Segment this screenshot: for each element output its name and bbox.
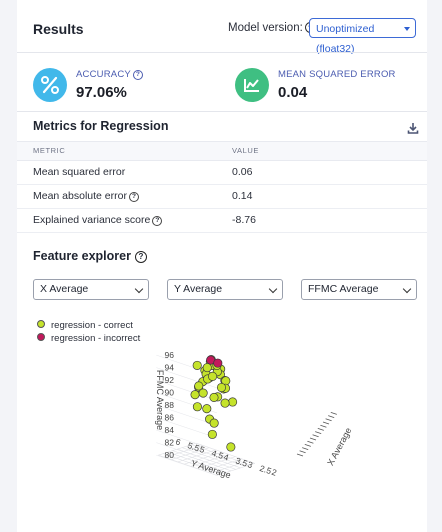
data-point-correct (209, 418, 219, 428)
data-point-correct (202, 363, 212, 373)
metric-value: 0.14 (232, 190, 253, 202)
data-point-correct (228, 397, 238, 407)
help-icon[interactable]: ? (128, 192, 139, 202)
chevron-down-icon (134, 284, 144, 294)
data-point-correct (192, 402, 202, 412)
data-point-correct (202, 404, 212, 414)
column-header-metric: METRIC (33, 146, 66, 155)
metric-value: 0.06 (232, 166, 253, 178)
mse-value: 0.04 (278, 84, 308, 101)
data-point-correct (216, 382, 227, 393)
divider (17, 52, 427, 53)
x-tick-mark (296, 453, 304, 457)
x-tick-mark (328, 415, 335, 418)
mse-label: MEAN SQUARED ERROR (278, 69, 396, 80)
x-tick-mark (317, 428, 324, 431)
metrics-title: Metrics for Regression (33, 119, 169, 133)
z-tick-label: 82 (165, 438, 175, 448)
data-point-correct (208, 371, 218, 381)
x-tick-mark (312, 434, 319, 438)
chevron-down-icon (268, 284, 278, 294)
data-point-correct (207, 429, 217, 439)
accuracy-value: 97.06% (76, 84, 127, 101)
metric-value: -8.76 (232, 214, 256, 226)
x-tick-mark (299, 450, 306, 454)
download-icon[interactable] (407, 121, 419, 134)
caret-down-icon (404, 27, 410, 31)
chart-points (190, 355, 238, 452)
x-tick-mark (330, 412, 337, 415)
table-row: Explained variance score? -8.76 (17, 208, 427, 233)
x-tick-mark (322, 421, 330, 425)
data-point-correct (198, 388, 208, 398)
x-tick-mark (325, 418, 332, 422)
x-tick-mark (320, 424, 327, 428)
metric-name: Mean squared error (33, 166, 126, 178)
z-tick-label: 92 (165, 375, 175, 385)
help-icon[interactable]: ? (134, 251, 147, 263)
percent-icon (33, 68, 67, 102)
z-tick-label: 90 (165, 388, 175, 398)
model-version-select[interactable]: Unoptimized (float32) (309, 18, 416, 55)
metrics-table-header: METRIC VALUE (17, 141, 427, 161)
y-tick-label: 6 (174, 436, 182, 447)
x-tick-mark (302, 447, 309, 450)
accuracy-label: ACCURACY? (76, 69, 143, 80)
data-point-incorrect (213, 358, 223, 368)
data-point-correct (209, 392, 219, 402)
results-header: Results Model version:? Unoptimized (flo… (17, 0, 427, 55)
x-tick-mark (304, 444, 311, 447)
divider (17, 111, 427, 112)
z-tick-label: 80 (165, 450, 175, 460)
metric-name: Explained variance score? (33, 214, 163, 226)
z-axis-label: FFMC Average (155, 370, 165, 430)
column-header-value: VALUE (232, 146, 260, 155)
table-row: Mean squared error 0.06 (17, 160, 427, 185)
x-tick-mark (315, 431, 322, 434)
z-feature-select[interactable]: FFMC Average (301, 279, 417, 300)
data-point-correct (220, 398, 230, 408)
y-feature-select[interactable]: Y Average (167, 279, 283, 300)
z-tick-label: 96 (165, 350, 175, 360)
chevron-down-icon (402, 284, 412, 294)
x-feature-select[interactable]: X Average (33, 279, 149, 300)
metric-name: Mean absolute error? (33, 190, 139, 202)
page-title: Results (33, 21, 84, 37)
x-axis-label: X Average (325, 426, 353, 467)
x-tick-mark (309, 437, 317, 441)
feature-scatter-3d-chart[interactable]: 808284868890929496FFMC Average6 5.55 4.54 3… (17, 330, 427, 520)
z-tick-label: 94 (165, 363, 175, 373)
z-tick-label: 88 (165, 400, 175, 410)
help-icon[interactable]: ? (152, 216, 163, 226)
table-row: Mean absolute error? 0.14 (17, 184, 427, 209)
legend-marker (37, 320, 45, 328)
model-version-label: Model version:? (228, 22, 316, 34)
z-tick-label: 84 (165, 425, 175, 435)
data-point-correct (226, 442, 236, 452)
x-tick-mark (307, 440, 314, 444)
data-point-correct (192, 360, 202, 370)
chart-icon (235, 68, 269, 102)
data-point-correct (190, 390, 200, 400)
z-tick-label: 86 (165, 413, 175, 423)
results-panel: Results Model version:? Unoptimized (flo… (17, 0, 427, 532)
chart-axis-labels: 808284868890929496FFMC Average6 5.55 4.54 3… (155, 350, 353, 480)
feature-explorer-title: Feature explorer? (33, 249, 147, 263)
help-icon[interactable]: ? (132, 70, 143, 80)
